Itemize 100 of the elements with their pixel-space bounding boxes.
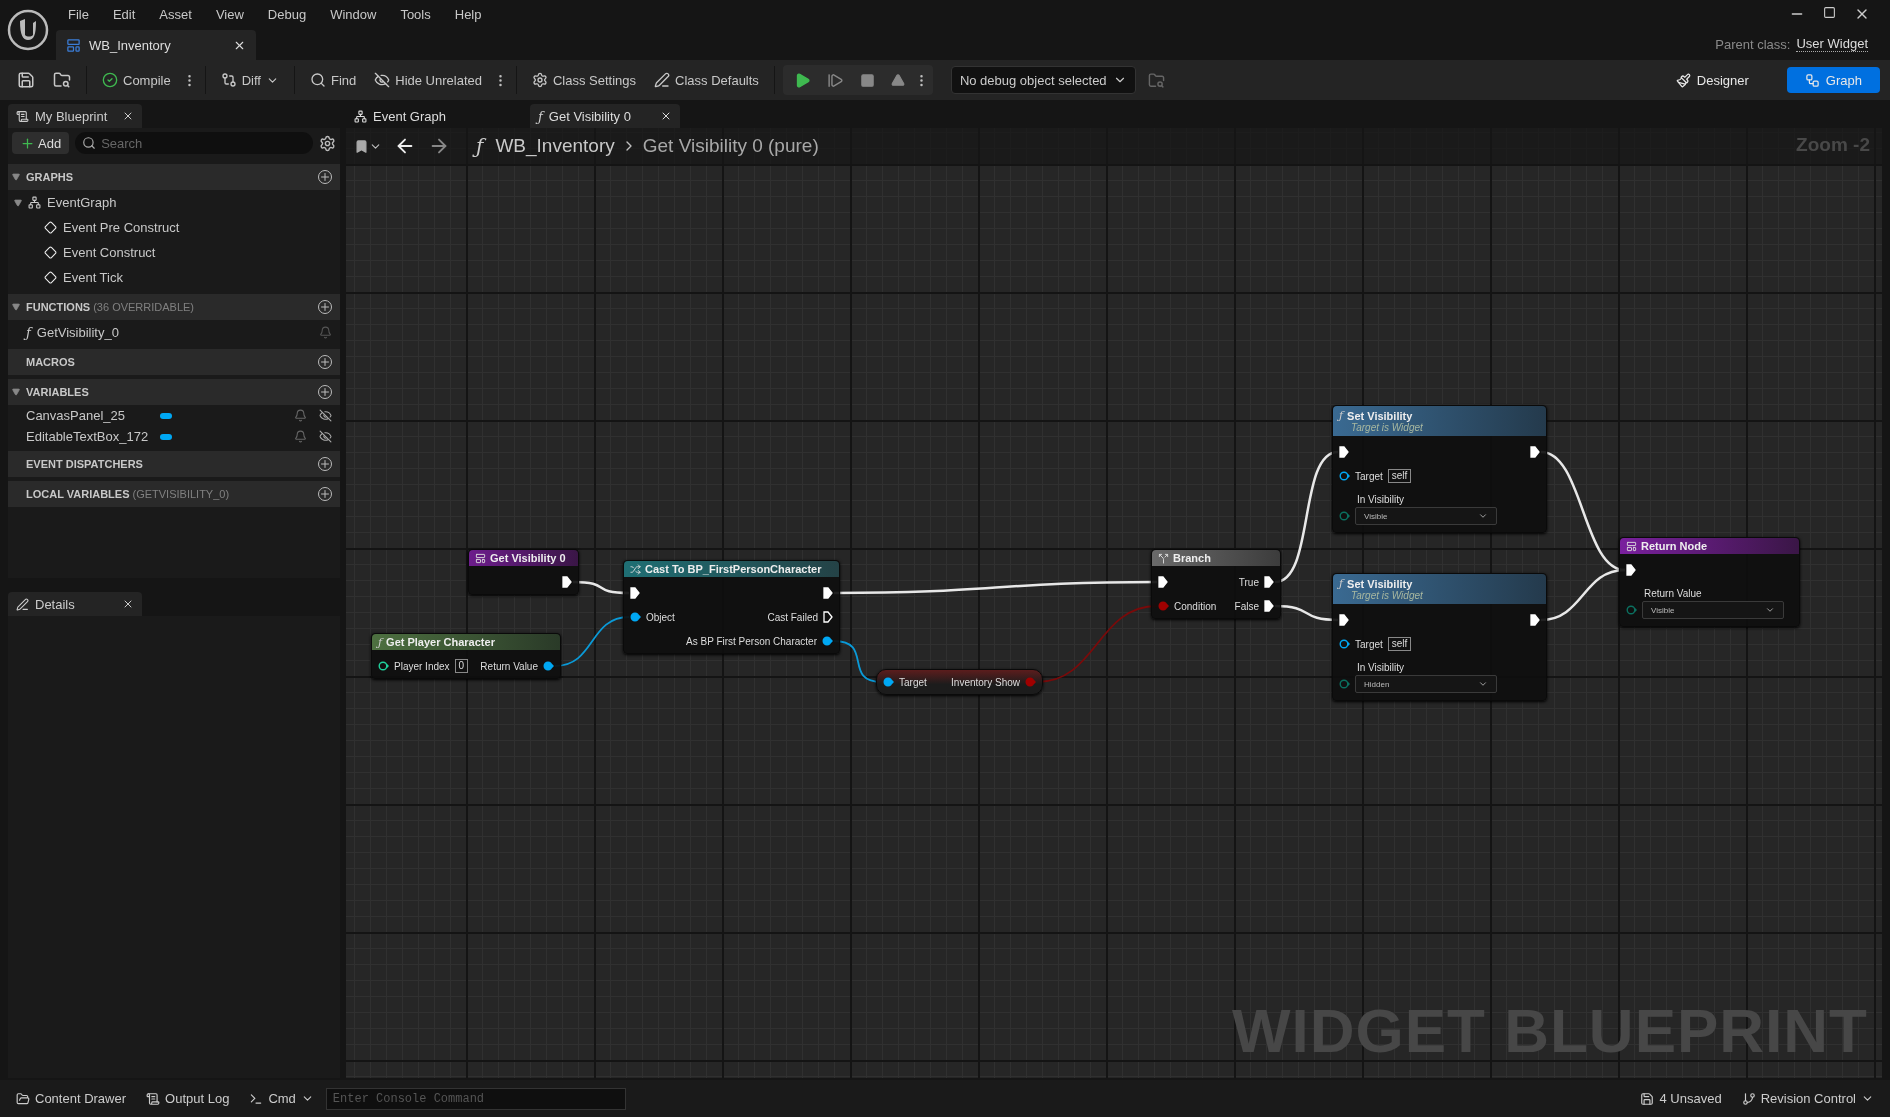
menu-item[interactable]: Tools: [388, 6, 443, 22]
panel-tab[interactable]: Details: [8, 592, 142, 616]
section-header[interactable]: MACROS: [8, 349, 340, 375]
mode-tab[interactable]: Designer: [1657, 67, 1767, 93]
menu-item[interactable]: Window: [318, 6, 389, 22]
step-icon: [826, 71, 844, 89]
tab-label: WB_Inventory: [89, 37, 171, 53]
tree-item[interactable]: Event Tick: [8, 265, 340, 290]
graph-node[interactable]: Target Inventory Show: [876, 669, 1043, 695]
tab-label: Details: [35, 596, 75, 612]
pin-label: Cast Failed: [767, 611, 818, 623]
item-label: EditableTextBox_172: [26, 429, 150, 444]
eye-off-icon: [319, 430, 332, 443]
visibility-dropdown[interactable]: Visible: [1355, 507, 1497, 525]
menu-item[interactable]: Edit: [100, 6, 148, 22]
section-header[interactable]: VARIABLES: [8, 379, 340, 405]
status-button[interactable]: Output Log: [138, 1084, 238, 1113]
toolbar-button[interactable]: Class Settings: [524, 65, 644, 95]
breadcrumb-item[interactable]: WB_Inventory: [495, 135, 615, 157]
bell-icon: [294, 430, 307, 443]
panel-tab[interactable]: My Blueprint: [8, 104, 142, 128]
editor-tab[interactable]: ƒ Get Visibility 0: [530, 104, 680, 128]
graph-node[interactable]: ƒ Get Player Character Player Index 0 Return Value: [371, 633, 561, 679]
pin-label: Player Index: [394, 660, 450, 672]
section-header[interactable]: GRAPHS: [8, 164, 340, 190]
graph-node[interactable]: Return Node Return Value Visible: [1619, 537, 1800, 627]
tree-item[interactable]: ƒ GetVisibility_0: [8, 320, 340, 345]
toolbar-button[interactable]: Compile: [95, 65, 178, 95]
tree-item[interactable]: EventGraph: [8, 190, 340, 215]
toolbar-button[interactable]: Hide Unrelated: [367, 65, 489, 95]
pin-label: Inventory Show: [951, 676, 1020, 688]
bookmark-icon[interactable]: [354, 138, 369, 154]
menu-item[interactable]: View: [203, 6, 256, 22]
section-header[interactable]: FUNCTIONS (36 OVERRIDABLE): [8, 294, 340, 320]
status-button[interactable]: 4 Unsaved: [1632, 1084, 1730, 1113]
node-subtitle: Target is Widget: [1350, 590, 1424, 601]
parent-class-link[interactable]: User Widget: [1796, 36, 1868, 52]
find-object-icon[interactable]: [1147, 71, 1165, 89]
cmd-dropdown[interactable]: Cmd: [241, 1084, 322, 1113]
widget-blueprint-icon: [66, 37, 81, 53]
toolbar-button[interactable]: Diff: [213, 65, 286, 95]
section-title: FUNCTIONS: [26, 301, 91, 313]
value-field[interactable]: self: [1387, 469, 1412, 483]
add-icon: [318, 487, 332, 501]
pin-label: In Visibility: [1357, 494, 1406, 505]
tree-item[interactable]: EditableTextBox_172: [8, 426, 340, 447]
event-icon: [44, 246, 57, 259]
close-icon[interactable]: [660, 110, 672, 122]
item-label: Event Construct: [63, 245, 156, 260]
section-header[interactable]: EVENT DISPATCHERS: [8, 451, 340, 477]
item-label: EventGraph: [47, 195, 117, 210]
visibility-dropdown[interactable]: Hidden: [1355, 675, 1497, 693]
pen-icon: [16, 597, 29, 611]
menu-item[interactable]: Debug: [255, 6, 319, 22]
settings-icon[interactable]: [319, 134, 336, 152]
debug-object-dropdown[interactable]: No debug object selected: [950, 66, 1136, 94]
mode-tab[interactable]: Graph: [1786, 67, 1880, 93]
close-icon[interactable]: [122, 110, 134, 122]
engine-logo-icon: [7, 9, 49, 51]
toolbar-button[interactable]: Class Defaults: [647, 65, 766, 95]
graph-node[interactable]: Get Visibility 0: [468, 549, 579, 595]
maximize-icon[interactable]: [1823, 6, 1836, 19]
widget-icon: [475, 552, 486, 564]
pin-label: In Visibility: [1357, 662, 1406, 673]
tree-item[interactable]: Event Pre Construct: [8, 215, 340, 240]
visibility-dropdown[interactable]: Visible: [1642, 601, 1784, 619]
graph-node[interactable]: ƒ Set Visibility Target is Widget Target self In Visibility Hidden: [1332, 573, 1547, 701]
pin-label: Target: [899, 676, 927, 688]
pin-label: False: [1234, 600, 1259, 612]
tree-item[interactable]: Event Construct: [8, 240, 340, 265]
toolbar-button[interactable]: Find: [302, 65, 364, 95]
value-field[interactable]: 0: [454, 659, 469, 673]
tree-item[interactable]: CanvasPanel_25: [8, 405, 340, 426]
menu-item[interactable]: Asset: [147, 6, 204, 22]
graph-icon: [354, 109, 367, 123]
eye-off-icon: [319, 409, 332, 422]
section-title: MACROS: [26, 356, 75, 368]
eye-off-icon: [374, 72, 391, 88]
graph-node[interactable]: Branch True Condition False: [1151, 549, 1281, 619]
menu-item[interactable]: File: [56, 6, 101, 22]
graph-node[interactable]: ƒ Set Visibility Target is Widget Target self In Visibility Visible: [1332, 405, 1547, 533]
graph-node[interactable]: Cast To BP_FirstPersonCharacter Object Cast Failed As BP First Person Character: [623, 560, 840, 654]
menu-item[interactable]: Help: [442, 6, 494, 22]
node-title: Get Visibility 0: [490, 552, 566, 564]
close-icon[interactable]: [122, 598, 134, 610]
editor-tab[interactable]: Event Graph: [346, 104, 466, 128]
document-tab[interactable]: WB_Inventory: [56, 30, 256, 60]
widget-icon: [1626, 540, 1637, 552]
node-title: Set Visibility: [1347, 577, 1413, 590]
search-field[interactable]: Search: [75, 132, 313, 154]
node-title: Branch: [1173, 552, 1211, 564]
status-button[interactable]: Revision Control: [1733, 1084, 1882, 1113]
breadcrumb-item[interactable]: Get Visibility 0 (pure): [642, 135, 819, 157]
pin-label: Return Value: [1644, 588, 1703, 599]
value-field[interactable]: self: [1387, 637, 1412, 651]
add-button[interactable]: Add: [12, 132, 70, 154]
section-header[interactable]: LOCAL VARIABLES (GETVISIBILITY_0): [8, 481, 340, 507]
tab-label: My Blueprint: [35, 108, 108, 124]
console-input[interactable]: Enter Console Command: [325, 1087, 626, 1110]
status-button[interactable]: Content Drawer: [8, 1084, 135, 1113]
